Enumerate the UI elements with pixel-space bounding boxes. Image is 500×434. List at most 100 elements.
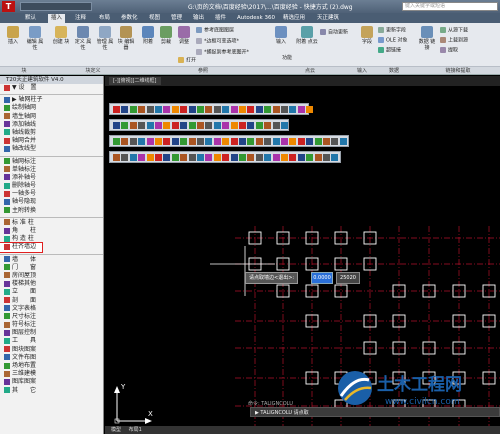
field-button[interactable]: 字段 xyxy=(358,26,376,45)
toolbar-tool-button[interactable] xyxy=(255,154,263,161)
toolbar-tool-button[interactable] xyxy=(113,154,120,161)
panel-item[interactable]: 立 面 xyxy=(0,288,103,296)
panel-item[interactable]: 绘制轴网 xyxy=(0,104,103,112)
toolbar-tool-button[interactable] xyxy=(289,106,297,113)
toolbar-tool-button[interactable] xyxy=(197,106,204,113)
toolbar-tool-button[interactable] xyxy=(180,106,188,113)
tab-view[interactable]: 视图 xyxy=(146,14,163,23)
panel-item[interactable]: 添加轴线 xyxy=(0,121,103,129)
underlay-layers-button[interactable]: 参考底图图层 xyxy=(196,27,234,35)
toolbar-tool-button[interactable] xyxy=(281,154,288,161)
panel-item[interactable]: 主附转换 xyxy=(0,207,103,215)
toolbar-tool-button[interactable] xyxy=(180,138,188,145)
tab-featured-apps[interactable]: 精选应用 xyxy=(280,14,308,23)
toolbar-tool-button[interactable] xyxy=(323,154,330,161)
snap-underlay-dropdown[interactable]: *捕捉到参考底图开* xyxy=(196,49,249,57)
toolbar-tool-button[interactable] xyxy=(205,122,213,129)
insert-block-button[interactable]: 插入 xyxy=(4,26,22,45)
tab-layout1[interactable]: 布局1 xyxy=(129,427,142,433)
toolbar-tool-button[interactable] xyxy=(239,106,246,113)
panel-item[interactable]: 轴线裁剪 xyxy=(0,129,103,137)
toolbar-tool-button[interactable] xyxy=(247,122,255,129)
toolbar-tool-button[interactable] xyxy=(239,154,246,161)
dynamic-input-value-2[interactable]: 25020 xyxy=(336,272,360,284)
panel-item[interactable]: 轴改线型 xyxy=(0,145,103,153)
panel-item[interactable]: 文件布图 xyxy=(0,354,103,362)
adjust-button[interactable]: 调整 xyxy=(176,26,192,45)
panel-item[interactable]: 场地布置 xyxy=(0,362,103,370)
toolbar-tool-button[interactable] xyxy=(163,122,171,129)
toolbar-tool-button[interactable] xyxy=(113,106,120,113)
tab-output[interactable]: 输出 xyxy=(190,14,207,23)
panel-item[interactable]: 尺寸标注 xyxy=(0,313,103,321)
tab-layout[interactable]: 布局 xyxy=(96,14,113,23)
toolbar-tool-button[interactable] xyxy=(146,122,154,129)
toolbar-tool-button[interactable] xyxy=(281,138,288,145)
panel-item[interactable]: 工 具 xyxy=(0,337,103,345)
toolbar-tool-button[interactable] xyxy=(289,154,297,161)
tab-autodesk360[interactable]: Autodesk 360 xyxy=(234,14,278,23)
tab-parametric[interactable]: 参数化 xyxy=(118,14,141,23)
panel-item[interactable]: 文字表格 xyxy=(0,305,103,313)
toolbar-tool-button[interactable] xyxy=(171,154,179,161)
toolbar-tool-button[interactable] xyxy=(180,154,188,161)
toolbar-tool-button[interactable] xyxy=(213,122,221,129)
tab-manage[interactable]: 管理 xyxy=(168,14,185,23)
import-button[interactable]: 输入 xyxy=(270,26,292,45)
quick-access-toolbar[interactable] xyxy=(20,2,92,11)
toolbar-tool-button[interactable] xyxy=(222,138,230,145)
toolbar-tool-button[interactable] xyxy=(155,122,162,129)
viewport-controls[interactable]: [-][俯视][二维线框] xyxy=(105,76,500,86)
toolbar-tool-button[interactable] xyxy=(222,122,230,129)
toolbar-tool-button[interactable] xyxy=(163,106,171,113)
toolbar-tool-button[interactable] xyxy=(163,154,171,161)
toolbar-tool-button[interactable] xyxy=(197,122,204,129)
toolbar-tool-button[interactable] xyxy=(297,154,305,161)
toolbar-tool-button[interactable] xyxy=(155,154,162,161)
toolbar-tool-button[interactable] xyxy=(129,122,137,129)
toolbar-tool-button[interactable] xyxy=(272,122,280,129)
toolbar-tool-button[interactable] xyxy=(146,106,154,113)
panel-item[interactable]: 角 柱 xyxy=(0,227,103,235)
create-block-button[interactable]: 创建 块 xyxy=(52,26,70,45)
toolbar-tool-button[interactable] xyxy=(230,154,238,161)
clip-button[interactable]: 剪裁 xyxy=(158,26,174,45)
edge-frame-dropdown[interactable]: *边框可变选项* xyxy=(196,38,239,46)
toolbar-tool-button[interactable] xyxy=(138,122,146,129)
toolbar-tool-button[interactable] xyxy=(188,106,196,113)
app-logo[interactable]: T xyxy=(2,1,15,12)
toolbar-tool-button[interactable] xyxy=(264,138,272,145)
hyperlink-button[interactable]: 超链接 xyxy=(378,47,401,55)
toolbar-tool-button[interactable] xyxy=(281,122,288,129)
toolbar-tool-button[interactable] xyxy=(171,138,179,145)
upload-to-source-button[interactable]: 上载到源 xyxy=(440,37,468,45)
toolbar-tool-button[interactable] xyxy=(306,138,314,145)
panel-item[interactable]: 柱齐墙边 xyxy=(0,242,43,253)
toolbar-tool-button[interactable] xyxy=(129,138,137,145)
panel-item[interactable]: ▼ 设 置 xyxy=(0,84,103,92)
panel-item[interactable]: 其 它 xyxy=(0,387,103,395)
panel-item[interactable]: 轴网标注 xyxy=(0,158,103,166)
auto-update-button[interactable]: 自动更新 xyxy=(320,29,348,37)
toolbar-tool-button[interactable] xyxy=(205,154,213,161)
toolbar-tool-button[interactable] xyxy=(272,138,280,145)
panel-item[interactable]: 图库图案 xyxy=(0,378,103,386)
panel-item[interactable]: 图层控制 xyxy=(0,329,103,337)
toolbar-tool-button[interactable] xyxy=(188,138,196,145)
toolbar-tool-button[interactable] xyxy=(146,154,154,161)
attach-button[interactable]: 附着 xyxy=(140,26,156,45)
toolbar-tool-button[interactable] xyxy=(247,138,255,145)
panel-item[interactable]: 标 准 柱 xyxy=(0,219,103,227)
ole-object-button[interactable]: OLE 对象 xyxy=(378,37,407,45)
toolbar-tool-button[interactable] xyxy=(230,106,238,113)
toolbar-tool-button[interactable] xyxy=(113,138,120,145)
extract-data-button[interactable]: 提取 xyxy=(440,47,458,55)
toolbar-tool-button[interactable] xyxy=(138,154,146,161)
toolbar-tool-button[interactable] xyxy=(339,138,347,145)
toolbar-tool-button[interactable] xyxy=(197,154,204,161)
toolbar-tool-button[interactable] xyxy=(239,138,246,145)
tab-tangent-arch[interactable]: 天正建筑 xyxy=(314,14,342,23)
panel-item[interactable]: 单轴标注 xyxy=(0,166,103,174)
toolbar-tool-button[interactable] xyxy=(230,122,238,129)
panel-item[interactable]: 墙 体 xyxy=(0,256,103,264)
